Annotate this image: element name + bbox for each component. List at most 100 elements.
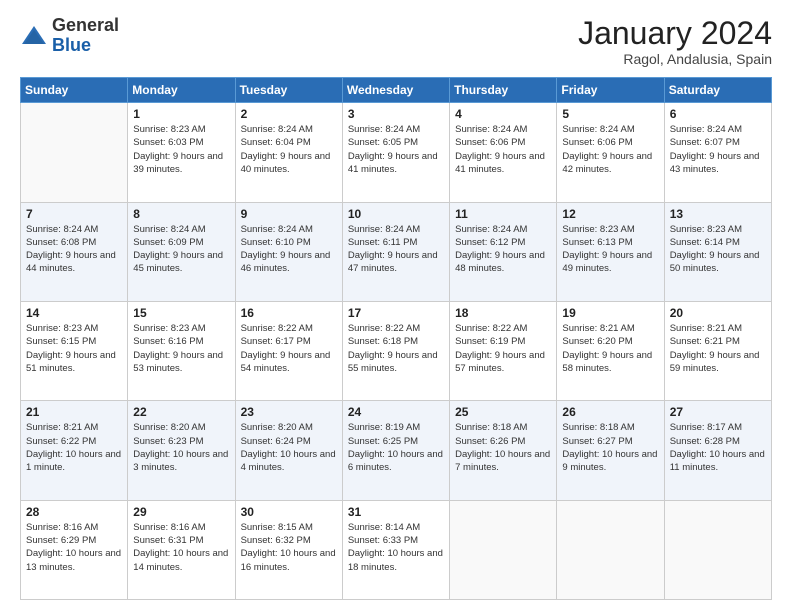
day-number: 1	[133, 107, 229, 121]
table-row: 16Sunrise: 8:22 AM Sunset: 6:17 PM Dayli…	[235, 301, 342, 400]
day-number: 19	[562, 306, 658, 320]
day-number: 3	[348, 107, 444, 121]
title-block: January 2024 Ragol, Andalusia, Spain	[578, 16, 772, 67]
day-number: 17	[348, 306, 444, 320]
day-info: Sunrise: 8:23 AM Sunset: 6:16 PM Dayligh…	[133, 322, 229, 375]
calendar-week-row: 7Sunrise: 8:24 AM Sunset: 6:08 PM Daylig…	[21, 202, 772, 301]
table-row: 20Sunrise: 8:21 AM Sunset: 6:21 PM Dayli…	[664, 301, 771, 400]
table-row: 25 Sunrise: 8:18 AM Sunset: 6:26 PM Dayli…	[450, 401, 557, 500]
col-wednesday: Wednesday	[342, 78, 449, 103]
day-info: Sunrise: 8:22 AM Sunset: 6:17 PM Dayligh…	[241, 322, 337, 375]
day-info: Sunrise: 8:20 AM Sunset: 6:23 PM Dayligh…	[133, 421, 229, 474]
day-number: 6	[670, 107, 766, 121]
logo-icon	[20, 22, 48, 50]
table-row: 9 Sunrise: 8:24 AM Sunset: 6:10 PM Daylig…	[235, 202, 342, 301]
day-info: Sunrise: 8:23 AM Sunset: 6:15 PM Dayligh…	[26, 322, 122, 375]
day-info: Sunrise: 8:24 AM Sunset: 6:07 PM Dayligh…	[670, 123, 766, 176]
day-info: Sunrise: 8:18 AM Sunset: 6:27 PM Dayligh…	[562, 421, 658, 474]
table-row: 10 Sunrise: 8:24 AM Sunset: 6:11 PM Dayli…	[342, 202, 449, 301]
day-number: 13	[670, 207, 766, 221]
col-thursday: Thursday	[450, 78, 557, 103]
calendar-header-row: Sunday Monday Tuesday Wednesday Thursday…	[21, 78, 772, 103]
month-title: January 2024	[578, 16, 772, 51]
day-number: 27	[670, 405, 766, 419]
calendar-week-row: 21 Sunrise: 8:21 AM Sunset: 6:22 PM Dayli…	[21, 401, 772, 500]
day-number: 14	[26, 306, 122, 320]
table-row: 8Sunrise: 8:24 AM Sunset: 6:09 PM Daylig…	[128, 202, 235, 301]
day-info: Sunrise: 8:15 AM Sunset: 6:32 PM Dayligh…	[241, 521, 337, 574]
day-info: Sunrise: 8:24 AM Sunset: 6:10 PM Dayligh…	[241, 223, 337, 276]
table-row: 23 Sunrise: 8:20 AM Sunset: 6:24 PM Dayli…	[235, 401, 342, 500]
day-info: Sunrise: 8:16 AM Sunset: 6:29 PM Dayligh…	[26, 521, 122, 574]
day-info: Sunrise: 8:17 AM Sunset: 6:28 PM Dayligh…	[670, 421, 766, 474]
table-row: 21 Sunrise: 8:21 AM Sunset: 6:22 PM Dayli…	[21, 401, 128, 500]
calendar-week-row: 28 Sunrise: 8:16 AM Sunset: 6:29 PM Dayli…	[21, 500, 772, 599]
day-info: Sunrise: 8:22 AM Sunset: 6:18 PM Dayligh…	[348, 322, 444, 375]
logo-general: General	[52, 15, 119, 35]
table-row: 2 Sunrise: 8:24 AM Sunset: 6:04 PM Daylig…	[235, 103, 342, 202]
table-row: 22 Sunrise: 8:20 AM Sunset: 6:23 PM Dayli…	[128, 401, 235, 500]
day-number: 29	[133, 505, 229, 519]
day-info: Sunrise: 8:23 AM Sunset: 6:13 PM Dayligh…	[562, 223, 658, 276]
day-info: Sunrise: 8:24 AM Sunset: 6:09 PM Dayligh…	[133, 223, 229, 276]
table-row: 27 Sunrise: 8:17 AM Sunset: 6:28 PM Dayli…	[664, 401, 771, 500]
col-tuesday: Tuesday	[235, 78, 342, 103]
day-info: Sunrise: 8:24 AM Sunset: 6:08 PM Dayligh…	[26, 223, 122, 276]
day-info: Sunrise: 8:21 AM Sunset: 6:21 PM Dayligh…	[670, 322, 766, 375]
logo-text: General Blue	[52, 16, 119, 56]
day-info: Sunrise: 8:20 AM Sunset: 6:24 PM Dayligh…	[241, 421, 337, 474]
day-number: 10	[348, 207, 444, 221]
table-row: 14 Sunrise: 8:23 AM Sunset: 6:15 PM Dayli…	[21, 301, 128, 400]
table-row	[450, 500, 557, 599]
day-number: 18	[455, 306, 551, 320]
day-number: 30	[241, 505, 337, 519]
table-row: 11Sunrise: 8:24 AM Sunset: 6:12 PM Dayli…	[450, 202, 557, 301]
day-info: Sunrise: 8:22 AM Sunset: 6:19 PM Dayligh…	[455, 322, 551, 375]
day-info: Sunrise: 8:14 AM Sunset: 6:33 PM Dayligh…	[348, 521, 444, 574]
day-info: Sunrise: 8:21 AM Sunset: 6:20 PM Dayligh…	[562, 322, 658, 375]
table-row: 6 Sunrise: 8:24 AM Sunset: 6:07 PM Daylig…	[664, 103, 771, 202]
col-monday: Monday	[128, 78, 235, 103]
table-row: 3Sunrise: 8:24 AM Sunset: 6:05 PM Daylig…	[342, 103, 449, 202]
day-info: Sunrise: 8:24 AM Sunset: 6:04 PM Dayligh…	[241, 123, 337, 176]
day-number: 9	[241, 207, 337, 221]
day-number: 4	[455, 107, 551, 121]
day-number: 23	[241, 405, 337, 419]
table-row: 17 Sunrise: 8:22 AM Sunset: 6:18 PM Dayli…	[342, 301, 449, 400]
col-sunday: Sunday	[21, 78, 128, 103]
day-number: 21	[26, 405, 122, 419]
table-row: 4Sunrise: 8:24 AM Sunset: 6:06 PM Daylig…	[450, 103, 557, 202]
day-info: Sunrise: 8:23 AM Sunset: 6:14 PM Dayligh…	[670, 223, 766, 276]
day-number: 26	[562, 405, 658, 419]
day-info: Sunrise: 8:23 AM Sunset: 6:03 PM Dayligh…	[133, 123, 229, 176]
day-number: 2	[241, 107, 337, 121]
table-row: 13 Sunrise: 8:23 AM Sunset: 6:14 PM Dayli…	[664, 202, 771, 301]
day-info: Sunrise: 8:24 AM Sunset: 6:06 PM Dayligh…	[562, 123, 658, 176]
table-row: 7Sunrise: 8:24 AM Sunset: 6:08 PM Daylig…	[21, 202, 128, 301]
logo: General Blue	[20, 16, 119, 56]
day-number: 5	[562, 107, 658, 121]
day-info: Sunrise: 8:21 AM Sunset: 6:22 PM Dayligh…	[26, 421, 122, 474]
day-info: Sunrise: 8:18 AM Sunset: 6:26 PM Dayligh…	[455, 421, 551, 474]
table-row: 19 Sunrise: 8:21 AM Sunset: 6:20 PM Dayli…	[557, 301, 664, 400]
day-number: 15	[133, 306, 229, 320]
day-number: 22	[133, 405, 229, 419]
table-row: 12 Sunrise: 8:23 AM Sunset: 6:13 PM Dayli…	[557, 202, 664, 301]
table-row: 29 Sunrise: 8:16 AM Sunset: 6:31 PM Dayli…	[128, 500, 235, 599]
day-number: 12	[562, 207, 658, 221]
calendar-week-row: 1 Sunrise: 8:23 AM Sunset: 6:03 PM Daylig…	[21, 103, 772, 202]
table-row: 26 Sunrise: 8:18 AM Sunset: 6:27 PM Dayli…	[557, 401, 664, 500]
day-info: Sunrise: 8:24 AM Sunset: 6:12 PM Dayligh…	[455, 223, 551, 276]
day-number: 25	[455, 405, 551, 419]
table-row	[664, 500, 771, 599]
calendar-table: Sunday Monday Tuesday Wednesday Thursday…	[20, 77, 772, 600]
table-row	[557, 500, 664, 599]
location-subtitle: Ragol, Andalusia, Spain	[578, 51, 772, 67]
table-row: 28 Sunrise: 8:16 AM Sunset: 6:29 PM Dayli…	[21, 500, 128, 599]
day-number: 24	[348, 405, 444, 419]
table-row: 5 Sunrise: 8:24 AM Sunset: 6:06 PM Daylig…	[557, 103, 664, 202]
day-info: Sunrise: 8:16 AM Sunset: 6:31 PM Dayligh…	[133, 521, 229, 574]
day-number: 28	[26, 505, 122, 519]
day-info: Sunrise: 8:24 AM Sunset: 6:11 PM Dayligh…	[348, 223, 444, 276]
table-row	[21, 103, 128, 202]
